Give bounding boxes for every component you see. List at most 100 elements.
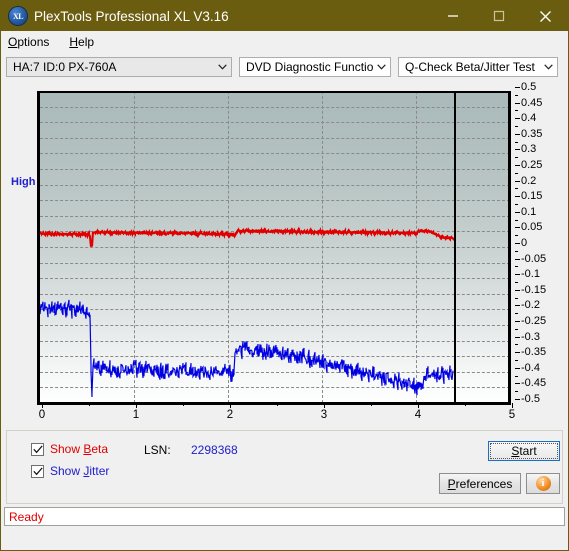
x-axis-tick-label: 1 bbox=[132, 409, 140, 421]
y-axis-tick bbox=[515, 289, 520, 291]
x-axis: 0 1 2 3 4 5 bbox=[37, 403, 515, 427]
y-axis-minor-tick bbox=[515, 344, 518, 346]
x-axis-minor-tick bbox=[183, 403, 184, 406]
title-bar: XL PlexTools Professional XL V3.16 bbox=[1, 1, 568, 31]
y-axis-tick-label: -0.35 bbox=[521, 346, 547, 359]
y-axis-tick-label: 0.3 bbox=[521, 143, 537, 156]
preferences-button-label: Preferences bbox=[447, 476, 513, 491]
y-axis-tick-label: 0.15 bbox=[521, 190, 543, 203]
x-axis-tick bbox=[42, 403, 43, 408]
info-button[interactable]: i bbox=[526, 473, 560, 494]
y-axis: 0.5 0.45 0.4 0.35 0.3 0.25 0.2 0.15 0.1 0.05 0 -0.0… bbox=[515, 81, 569, 406]
function-select-value: DVD Diagnostic Functions bbox=[246, 59, 373, 74]
y-axis-tick-label: 0 bbox=[521, 237, 528, 249]
y-axis-tick-label: 0.25 bbox=[521, 159, 543, 171]
y-axis-minor-tick bbox=[515, 328, 518, 330]
y-axis-tick bbox=[515, 149, 520, 151]
y-axis-minor-tick bbox=[515, 126, 518, 127]
window-controls bbox=[430, 1, 568, 31]
menu-item-help[interactable]: Help bbox=[69, 35, 94, 49]
y-axis-tick-label: -0.1 bbox=[521, 268, 540, 281]
y-axis-minor-tick bbox=[515, 235, 518, 237]
y-axis-tick-label: -0.3 bbox=[521, 330, 540, 343]
data-end-marker bbox=[453, 91, 456, 403]
x-axis-minor-tick bbox=[277, 403, 278, 406]
xl-app-icon: XL bbox=[9, 7, 27, 25]
x-axis-tick bbox=[136, 403, 137, 408]
y-axis-minor-tick bbox=[515, 250, 518, 252]
close-button[interactable] bbox=[522, 1, 568, 31]
plot-area bbox=[32, 91, 511, 405]
x-axis-minor-tick bbox=[465, 403, 466, 406]
menu-item-options[interactable]: Options bbox=[8, 35, 49, 49]
y-axis-minor-tick bbox=[515, 141, 518, 143]
application-window: XL PlexTools Professional XL V3.16 Optio… bbox=[0, 0, 569, 551]
y-axis-minor-tick bbox=[515, 204, 518, 205]
y-axis-tick bbox=[515, 102, 520, 104]
y-axis-minor-tick bbox=[515, 313, 518, 315]
y-axis-minor-tick bbox=[515, 360, 518, 361]
y-axis-tick-label: -0.15 bbox=[521, 283, 547, 296]
x-axis-minor-tick bbox=[89, 403, 90, 406]
y-axis-tick bbox=[515, 336, 520, 338]
y-axis-minor-tick bbox=[515, 282, 518, 283]
y-axis-minor-tick bbox=[515, 157, 518, 159]
status-text: Ready bbox=[9, 509, 44, 524]
x-axis-tick bbox=[230, 403, 231, 408]
x-axis-tick bbox=[324, 403, 325, 408]
y-axis-tick bbox=[515, 352, 520, 354]
drive-select[interactable]: HA:7 ID:0 PX-760A bbox=[6, 56, 232, 77]
y-axis-tick-label: 0.35 bbox=[521, 127, 543, 140]
drive-select-value: HA:7 ID:0 PX-760A bbox=[13, 59, 117, 74]
show-beta-label: Show Beta bbox=[50, 442, 109, 456]
show-beta-checkbox[interactable] bbox=[31, 442, 44, 456]
window-title: PlexTools Professional XL V3.16 bbox=[34, 8, 229, 24]
plot-border-top bbox=[37, 91, 510, 93]
preferences-button[interactable]: Preferences bbox=[439, 473, 521, 494]
y-axis-tick-label: -0.25 bbox=[521, 315, 547, 327]
chevron-down-icon bbox=[373, 63, 390, 70]
y-axis-tick bbox=[515, 211, 520, 213]
y-axis-tick-label: 0.4 bbox=[521, 112, 537, 125]
menu-item-help-label: elp bbox=[78, 34, 95, 49]
show-jitter-label: Show Jitter bbox=[50, 464, 110, 478]
function-select[interactable]: DVD Diagnostic Functions bbox=[239, 56, 391, 77]
y-axis-tick bbox=[515, 180, 520, 182]
chart-panel: High Low 0.50.450.40.350.30.250.20.150.1… bbox=[6, 81, 563, 494]
y-axis-tick bbox=[515, 243, 520, 244]
show-jitter-checkbox[interactable] bbox=[31, 464, 44, 478]
app-icon-text: XL bbox=[12, 11, 24, 21]
chart-traces bbox=[40, 226, 455, 398]
y-axis-tick-label: 0.2 bbox=[521, 174, 537, 187]
minimize-button[interactable] bbox=[430, 1, 476, 31]
menu-bar: Options Help bbox=[1, 31, 568, 52]
x-axis-tick-label: 2 bbox=[226, 409, 234, 421]
test-select[interactable]: Q-Check Beta/Jitter Test bbox=[398, 56, 558, 77]
lsn-value: 2298368 bbox=[191, 443, 238, 457]
y-axis-tick-label: 0.5 bbox=[521, 81, 537, 93]
y-axis-tick bbox=[515, 118, 520, 120]
x-axis-minor-tick bbox=[371, 403, 372, 406]
y-axis-tick bbox=[515, 367, 520, 369]
y-axis-tick-label: -0.2 bbox=[521, 299, 540, 312]
y-axis-tick bbox=[515, 258, 520, 260]
info-icon-glyph: i bbox=[541, 478, 545, 489]
x-axis-tick-label: 5 bbox=[508, 409, 516, 421]
y-axis-tick bbox=[515, 165, 520, 166]
show-jitter-checkbox-row[interactable]: Show Jitter bbox=[31, 464, 109, 478]
y-axis-minor-tick bbox=[515, 297, 518, 299]
x-axis-tick-label: 4 bbox=[414, 409, 422, 421]
show-beta-checkbox-row[interactable]: Show Beta bbox=[31, 442, 108, 456]
menu-item-options-label: ptions bbox=[17, 34, 50, 49]
plot-border-right bbox=[508, 91, 511, 405]
y-axis-tick bbox=[515, 399, 520, 400]
x-axis-tick-label: 0 bbox=[38, 409, 46, 421]
start-button[interactable]: Start bbox=[488, 441, 560, 461]
y-axis-minor-tick bbox=[515, 219, 518, 221]
y-axis-tick bbox=[515, 87, 520, 88]
chevron-down-icon bbox=[540, 63, 557, 70]
maximize-button[interactable] bbox=[476, 1, 522, 31]
toolbar: HA:7 ID:0 PX-760A DVD Diagnostic Functio… bbox=[1, 52, 568, 81]
series-jitter bbox=[40, 299, 454, 398]
chevron-down-icon bbox=[214, 63, 231, 70]
